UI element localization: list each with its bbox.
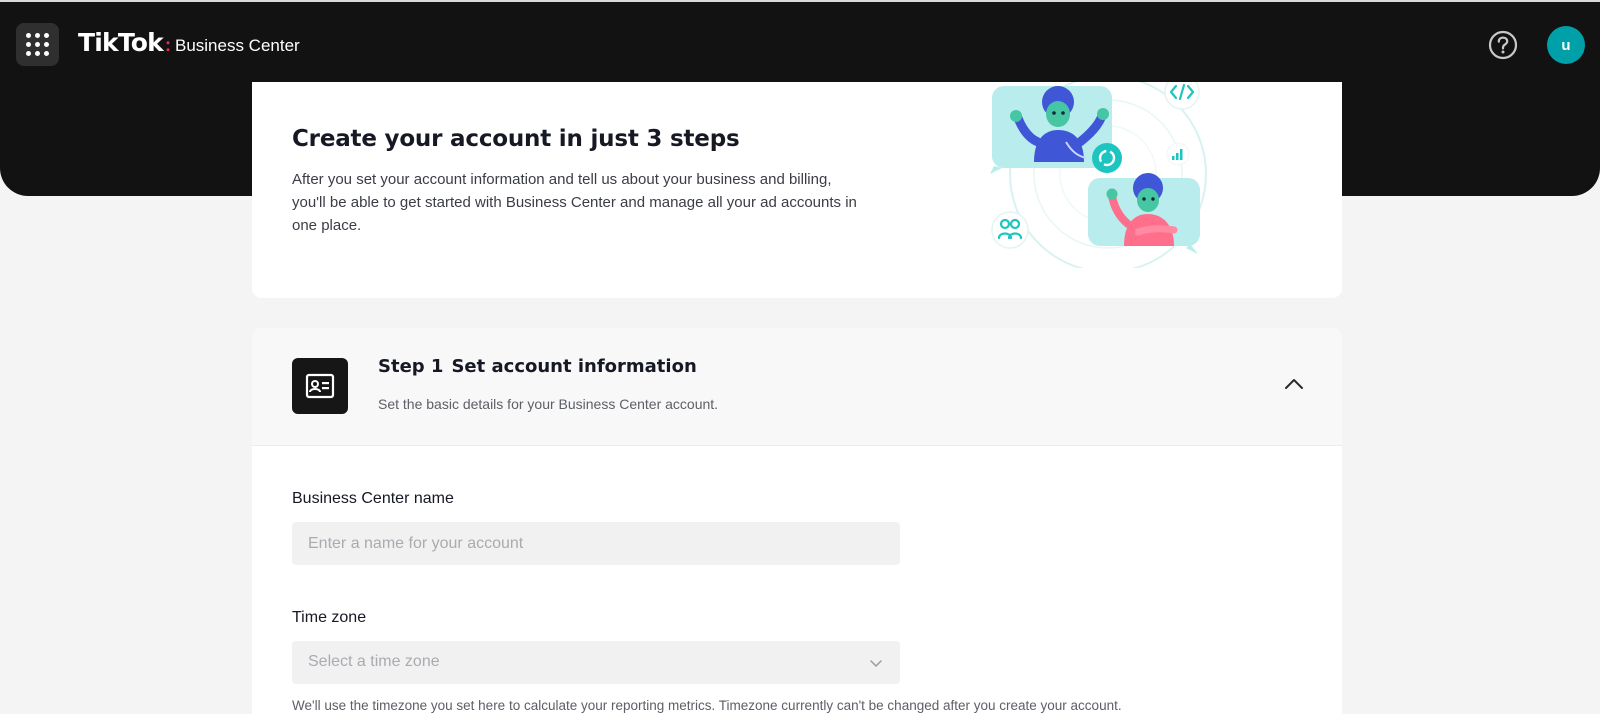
tiktok-business-center-logo[interactable]: TikTok : Business Center bbox=[78, 28, 300, 57]
bar-chart-icon bbox=[1166, 142, 1190, 166]
step-1-subtitle: Set the basic details for your Business … bbox=[378, 396, 719, 412]
top-navigation-bar: TikTok : Business Center u bbox=[0, 0, 1600, 82]
time-zone-select[interactable]: Select a time zone bbox=[292, 641, 900, 684]
business-center-name-label: Business Center name bbox=[292, 490, 454, 507]
user-avatar[interactable]: u bbox=[1547, 26, 1585, 64]
chevron-up-icon bbox=[1285, 379, 1303, 389]
help-button[interactable] bbox=[1488, 30, 1518, 60]
intro-title: Create your account in just 3 steps bbox=[292, 126, 740, 152]
step-1-header[interactable]: Step 1 Set account information Set the ba… bbox=[252, 328, 1342, 446]
step-1-title: Step 1 Set account information bbox=[378, 356, 697, 377]
code-icon bbox=[1164, 82, 1200, 110]
step-title-text: Set account information bbox=[451, 356, 697, 377]
logo-wordmark: TikTok bbox=[78, 28, 164, 57]
time-zone-hint: We'll use the timezone you set here to c… bbox=[292, 698, 1122, 713]
id-card-icon bbox=[305, 373, 335, 399]
intro-card: Create your account in just 3 steps Afte… bbox=[252, 82, 1342, 298]
step-number-label: Step 1 bbox=[378, 356, 444, 377]
apps-menu-button[interactable] bbox=[16, 23, 59, 66]
chevron-down-icon bbox=[870, 660, 882, 667]
onboarding-illustration bbox=[990, 82, 1207, 268]
time-zone-placeholder: Select a time zone bbox=[308, 653, 440, 670]
question-circle-icon bbox=[1488, 30, 1518, 60]
collapse-step-button[interactable] bbox=[1282, 372, 1306, 396]
logo-separator: : bbox=[164, 35, 171, 55]
business-center-name-input[interactable] bbox=[292, 522, 900, 565]
step-1-card: Step 1 Set account information Set the ba… bbox=[252, 328, 1342, 714]
logo-product-name: Business Center bbox=[174, 36, 300, 55]
grid-dots-icon bbox=[26, 33, 49, 56]
intro-description: After you set your account information a… bbox=[292, 171, 857, 234]
time-zone-label: Time zone bbox=[292, 609, 367, 626]
team-icon bbox=[991, 211, 1029, 249]
step-1-badge bbox=[292, 358, 348, 414]
